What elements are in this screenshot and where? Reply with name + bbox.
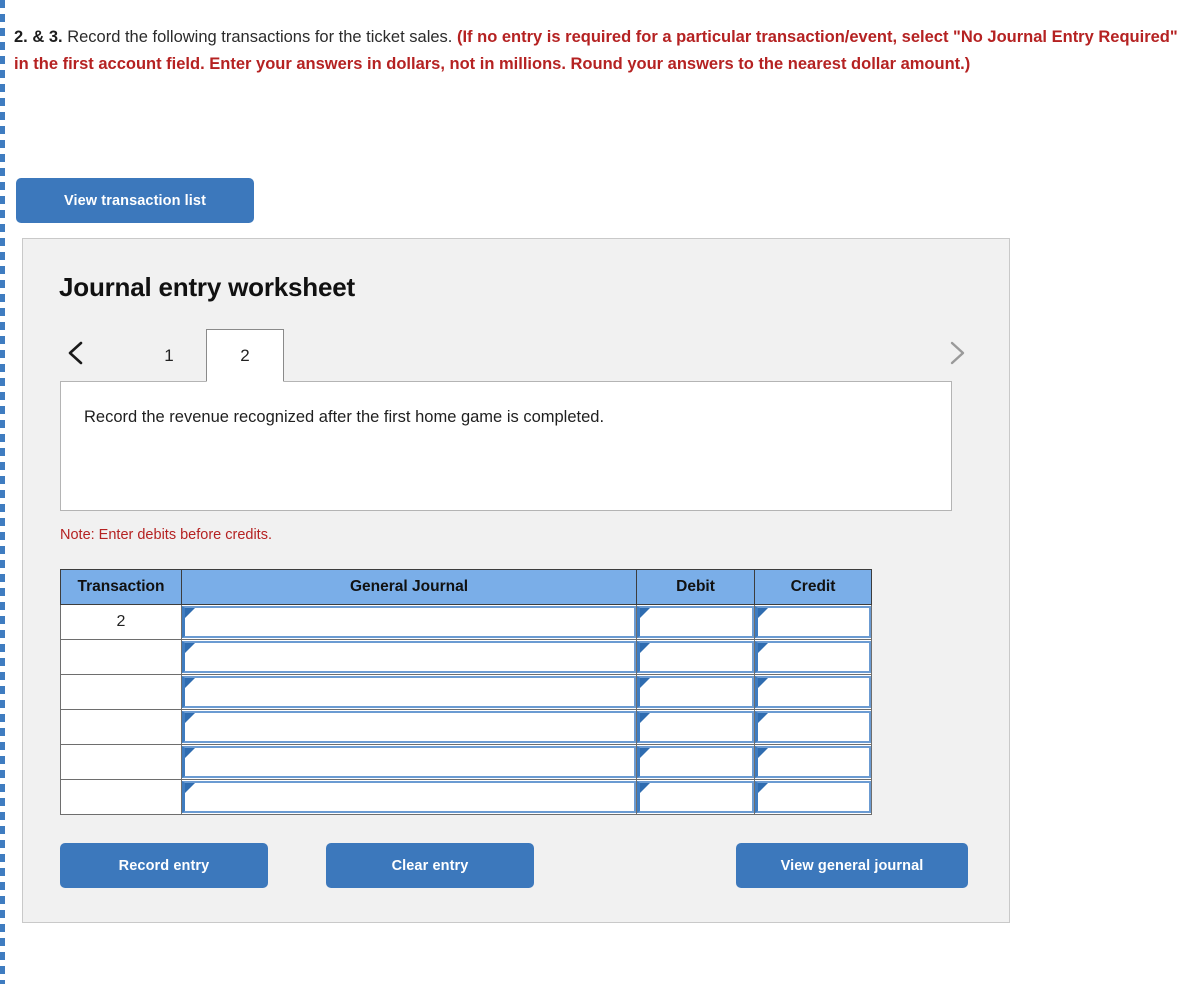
- debit-input-cell[interactable]: [636, 709, 755, 745]
- transaction-number-cell: [60, 674, 182, 710]
- dropdown-caret-icon: [640, 713, 650, 723]
- transaction-number-cell: 2: [60, 604, 182, 640]
- transaction-description-box: Record the revenue recognized after the …: [60, 381, 952, 511]
- transaction-number-cell: [60, 709, 182, 745]
- general-journal-select-5[interactable]: [182, 746, 636, 778]
- clear-entry-button[interactable]: Clear entry: [326, 843, 534, 888]
- dropdown-caret-icon: [640, 608, 650, 618]
- table-row: [60, 709, 872, 745]
- credit-input-5[interactable]: [755, 746, 871, 778]
- credit-input-cell[interactable]: [754, 639, 872, 675]
- worksheet-tab-1[interactable]: 1: [143, 329, 195, 382]
- dropdown-caret-icon: [185, 748, 195, 758]
- general-journal-select-2[interactable]: [182, 641, 636, 673]
- credit-input-cell[interactable]: [754, 674, 872, 710]
- general-journal-input-cell[interactable]: [181, 744, 637, 780]
- general-journal-input-cell[interactable]: [181, 709, 637, 745]
- general-journal-select-1[interactable]: [182, 606, 636, 638]
- credit-input-cell[interactable]: [754, 744, 872, 780]
- debit-credit-note: Note: Enter debits before credits.: [60, 527, 272, 543]
- general-journal-select-3[interactable]: [182, 676, 636, 708]
- dropdown-caret-icon: [758, 748, 768, 758]
- worksheet-title: Journal entry worksheet: [59, 272, 355, 302]
- general-journal-input-cell[interactable]: [181, 779, 637, 815]
- debit-input-cell[interactable]: [636, 674, 755, 710]
- transaction-number-cell: [60, 639, 182, 675]
- debit-input-cell[interactable]: [636, 744, 755, 780]
- exercise-page: 2. & 3. Record the following transaction…: [0, 0, 1196, 984]
- dropdown-caret-icon: [758, 678, 768, 688]
- credit-input-6[interactable]: [755, 781, 871, 813]
- view-general-journal-button[interactable]: View general journal: [736, 843, 968, 888]
- dropdown-caret-icon: [185, 713, 195, 723]
- table-row: [60, 779, 872, 815]
- debit-input-2[interactable]: [637, 641, 754, 673]
- table-header-row: Transaction General Journal Debit Credit: [60, 569, 872, 605]
- question-prompt: 2. & 3. Record the following transaction…: [14, 24, 1186, 78]
- dropdown-caret-icon: [185, 678, 195, 688]
- dropdown-caret-icon: [640, 748, 650, 758]
- debit-input-5[interactable]: [637, 746, 754, 778]
- question-number: 2. & 3.: [14, 28, 63, 46]
- dropdown-caret-icon: [758, 643, 768, 653]
- transaction-number-cell: [60, 779, 182, 815]
- general-journal-select-4[interactable]: [182, 711, 636, 743]
- debit-input-6[interactable]: [637, 781, 754, 813]
- dropdown-caret-icon: [758, 783, 768, 793]
- dropdown-caret-icon: [185, 783, 195, 793]
- column-header-general-journal: General Journal: [181, 569, 637, 605]
- dropdown-caret-icon: [640, 643, 650, 653]
- dropdown-caret-icon: [640, 678, 650, 688]
- general-journal-input-cell[interactable]: [181, 674, 637, 710]
- debit-input-cell[interactable]: [636, 779, 755, 815]
- credit-input-cell[interactable]: [754, 604, 872, 640]
- dropdown-caret-icon: [758, 713, 768, 723]
- debit-input-3[interactable]: [637, 676, 754, 708]
- general-journal-input-cell[interactable]: [181, 639, 637, 675]
- worksheet-tab-2[interactable]: 2: [206, 329, 284, 382]
- view-transaction-list-button[interactable]: View transaction list: [16, 178, 254, 223]
- debit-input-cell[interactable]: [636, 639, 755, 675]
- record-entry-button[interactable]: Record entry: [60, 843, 268, 888]
- chevron-left-icon[interactable]: [59, 332, 93, 374]
- credit-input-cell[interactable]: [754, 779, 872, 815]
- dropdown-caret-icon: [185, 608, 195, 618]
- journal-entry-table: Transaction General Journal Debit Credit…: [60, 569, 872, 815]
- column-header-transaction: Transaction: [60, 569, 182, 605]
- chevron-right-icon[interactable]: [939, 332, 973, 374]
- column-header-debit: Debit: [636, 569, 755, 605]
- credit-input-3[interactable]: [755, 676, 871, 708]
- table-row: [60, 744, 872, 780]
- table-row: [60, 639, 872, 675]
- transaction-description-text: Record the revenue recognized after the …: [84, 408, 605, 426]
- table-row: [60, 674, 872, 710]
- credit-input-1[interactable]: [755, 606, 871, 638]
- column-header-credit: Credit: [754, 569, 872, 605]
- dropdown-caret-icon: [640, 783, 650, 793]
- debit-input-cell[interactable]: [636, 604, 755, 640]
- dropdown-caret-icon: [185, 643, 195, 653]
- debit-input-4[interactable]: [637, 711, 754, 743]
- credit-input-2[interactable]: [755, 641, 871, 673]
- worksheet-tab-1-label: 1: [164, 346, 174, 365]
- dropdown-caret-icon: [758, 608, 768, 618]
- transaction-number-cell: [60, 744, 182, 780]
- credit-input-4[interactable]: [755, 711, 871, 743]
- worksheet-tab-strip: 1 2: [59, 324, 989, 382]
- table-row: 2: [60, 604, 872, 640]
- credit-input-cell[interactable]: [754, 709, 872, 745]
- general-journal-input-cell[interactable]: [181, 604, 637, 640]
- general-journal-select-6[interactable]: [182, 781, 636, 813]
- debit-input-1[interactable]: [637, 606, 754, 638]
- journal-entry-worksheet-panel: Journal entry worksheet 1 2 Record the r…: [22, 238, 1010, 923]
- question-text: Record the following transactions for th…: [62, 28, 457, 46]
- worksheet-tab-2-label: 2: [240, 345, 250, 365]
